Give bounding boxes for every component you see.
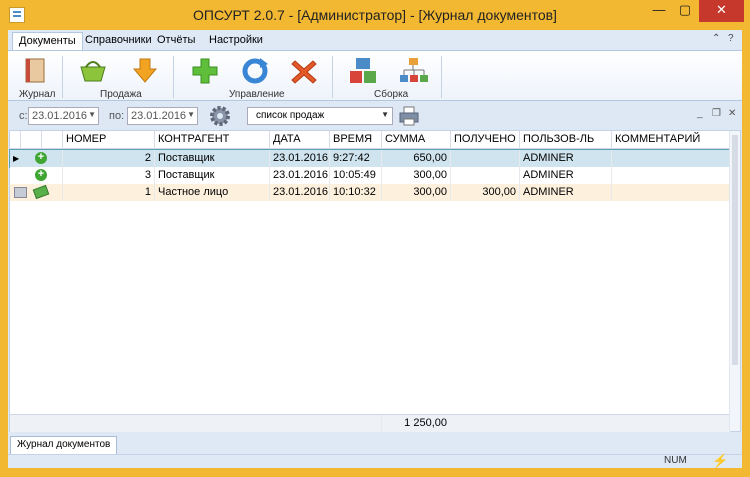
ribbon-tabs: Документы Справочники Отчёты Настройки ⌃… [8,30,742,50]
add-status-icon: + [35,169,47,181]
cash-register-icon [14,187,27,198]
type-column-header [41,131,62,149]
plus-icon[interactable] [188,55,222,87]
ribbon: Журнал Продажа Управление Сборка [8,50,742,101]
window-title: ОПСУРТ 2.0.7 - [Администратор] - [Журнал… [193,7,557,23]
grid-header: НОМЕР КОНТРАГЕНТ ДАТА ВРЕМЯ СУММА ПОЛУЧЕ… [10,131,730,149]
basket-icon[interactable] [76,55,110,87]
status-column-header [20,131,41,149]
to-label: по: [109,110,125,122]
minimize-ribbon-icon[interactable]: ⌃ [712,33,720,44]
refresh-icon[interactable] [238,55,272,87]
column-header-received[interactable]: ПОЛУЧЕНО [450,131,519,149]
table-row[interactable]: ▶ + 2 Поставщик 23.01.2016 9:27:42 650,0… [9,149,731,168]
mdi-restore-icon[interactable]: ❐ [712,108,721,119]
chevron-down-icon: ▼ [187,110,195,119]
tab-reports[interactable]: Отчёты [151,32,201,50]
hierarchy-icon[interactable] [396,55,430,87]
status-bar: NUM ⚡ [8,453,742,468]
column-header-time[interactable]: ВРЕМЯ [329,131,381,149]
column-header-sum[interactable]: СУММА [381,131,450,149]
group-sale-label: Продажа [100,89,142,100]
tab-references[interactable]: Справочники [79,32,158,50]
scrollbar-thumb[interactable] [732,135,738,365]
lightning-icon: ⚡ [712,453,729,468]
vertical-scrollbar[interactable] [729,131,740,431]
num-lock-indicator: NUM [664,455,687,466]
group-assembly-label: Сборка [374,89,409,100]
group-journal-label: Журнал [19,89,56,100]
assembly-blocks-icon[interactable] [346,55,380,87]
row-selector-icon: ▶ [13,154,20,163]
table-row[interactable]: 1 Частное лицо 23.01.2016 10:10:32 300,0… [10,184,730,201]
column-header-number[interactable]: НОМЕР [62,131,154,149]
journal-book-icon[interactable] [18,55,52,87]
chevron-down-icon: ▼ [88,110,96,119]
column-header-user[interactable]: ПОЛЬЗОВ-ЛЬ [519,131,611,149]
group-management-label: Управление [229,89,285,100]
from-date-picker[interactable]: 23.01.2016 ▼ [28,107,99,125]
tab-settings[interactable]: Настройки [203,32,269,50]
ribbon-separator [441,56,442,98]
mdi-minimize-icon[interactable]: _ [697,108,703,119]
document-type-select[interactable]: список продаж ▼ [247,107,393,125]
column-header-comment[interactable]: КОММЕНТАРИЙ [611,131,730,149]
ribbon-separator [173,56,174,98]
money-icon [32,184,50,200]
minimize-button[interactable]: — [646,0,672,22]
arrow-down-icon[interactable] [128,55,162,87]
column-header-counterparty[interactable]: КОНТРАГЕНТ [154,131,269,149]
close-button[interactable]: ✕ [699,0,744,22]
ribbon-separator [62,56,63,98]
document-tabs: Журнал документов [8,432,742,454]
from-label: с: [19,110,28,122]
total-sum: 1 250,00 [381,415,450,432]
gear-icon[interactable] [208,104,232,128]
tab-document-journal[interactable]: Журнал документов [10,436,118,454]
table-row[interactable]: + 3 Поставщик 23.01.2016 10:05:49 300,00… [10,167,730,184]
filter-bar: с: 23.01.2016 ▼ по: 23.01.2016 ▼ список пр… [8,102,742,130]
delete-icon[interactable] [287,55,321,87]
title-bar: ОПСУРТ 2.0.7 - [Администратор] - [Журнал… [0,0,750,30]
mdi-close-icon[interactable]: ✕ [728,108,736,119]
add-status-icon: + [35,152,47,164]
client-area: Документы Справочники Отчёты Настройки ⌃… [8,30,742,468]
column-header-date[interactable]: ДАТА [269,131,329,149]
help-icon[interactable]: ? [728,33,734,44]
chevron-down-icon: ▼ [381,110,389,119]
to-date-picker[interactable]: 23.01.2016 ▼ [127,107,198,125]
maximize-button[interactable]: ▢ [672,0,698,22]
tab-documents[interactable]: Документы [12,32,83,50]
printer-icon[interactable] [398,105,420,127]
documents-grid: НОМЕР КОНТРАГЕНТ ДАТА ВРЕМЯ СУММА ПОЛУЧЕ… [9,130,741,432]
grid-footer: 1 250,00 [10,414,730,432]
ribbon-separator [332,56,333,98]
